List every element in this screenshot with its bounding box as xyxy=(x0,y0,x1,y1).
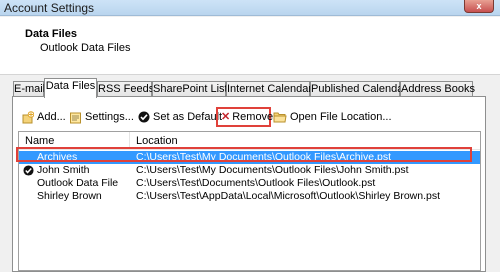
list-item-location: C:\Users\Test\My Documents\Outlook Files… xyxy=(136,164,409,176)
tab-email[interactable]: E-mail xyxy=(13,81,45,97)
remove-button[interactable]: ✕ Remove xyxy=(216,107,274,127)
list-item-location: C:\Users\Test\Documents\Outlook Files\Ou… xyxy=(136,177,376,189)
list-item-name: John Smith xyxy=(37,164,90,176)
settings-button[interactable]: Settings... xyxy=(69,109,134,125)
tab-published-calendars[interactable]: Published Calendars xyxy=(310,81,413,97)
set-as-default-button[interactable]: Set as Default xyxy=(138,109,222,125)
tab-address-books[interactable]: Address Books xyxy=(400,81,475,97)
list-item-name: Shirley Brown xyxy=(37,190,102,202)
list-item[interactable]: Outlook Data File C:\Users\Test\Document… xyxy=(19,177,480,190)
column-name[interactable]: Name xyxy=(25,135,54,147)
list-item-location: C:\Users\Test\AppData\Local\Microsoft\Ou… xyxy=(136,190,441,202)
header-title: Data Files xyxy=(25,28,77,40)
selection-highlight-box xyxy=(16,147,472,162)
checkmark-icon xyxy=(138,111,150,123)
settings-icon xyxy=(70,112,81,124)
add-icon xyxy=(22,110,34,124)
data-files-panel: Add... Settings... Set as Default ✕ Remov… xyxy=(12,96,486,272)
folder-icon xyxy=(273,112,287,123)
remove-icon: ✕ xyxy=(221,111,231,123)
header-panel: Data Files Outlook Data Files xyxy=(0,17,500,75)
open-file-location-label: Open File Location... xyxy=(290,111,392,123)
tab-data-files[interactable]: Data Files xyxy=(44,78,97,98)
list-item[interactable]: Shirley Brown C:\Users\Test\AppData\Loca… xyxy=(19,190,480,203)
tab-internet-calendars[interactable]: Internet Calendars xyxy=(226,81,318,97)
default-checkmark-icon xyxy=(23,165,34,176)
add-button[interactable]: Add... xyxy=(21,109,66,125)
header-subtitle: Outlook Data Files xyxy=(40,42,131,54)
list-item[interactable]: John Smith C:\Users\Test\My Documents\Ou… xyxy=(19,164,480,177)
tab-sharepoint-lists[interactable]: SharePoint Lists xyxy=(152,81,233,97)
window-title: Account Settings xyxy=(4,1,95,15)
open-file-location-button[interactable]: Open File Location... xyxy=(273,109,392,125)
close-button[interactable]: x xyxy=(464,0,494,13)
settings-label: Settings... xyxy=(85,111,134,123)
remove-label: Remove xyxy=(232,111,274,123)
tab-rss-feeds[interactable]: RSS Feeds xyxy=(97,81,154,97)
title-bar: Account Settings x xyxy=(0,0,500,16)
add-label: Add... xyxy=(37,111,66,123)
list-item-name: Outlook Data File xyxy=(37,177,119,189)
set-as-default-label: Set as Default xyxy=(153,111,223,123)
column-location[interactable]: Location xyxy=(136,135,178,147)
